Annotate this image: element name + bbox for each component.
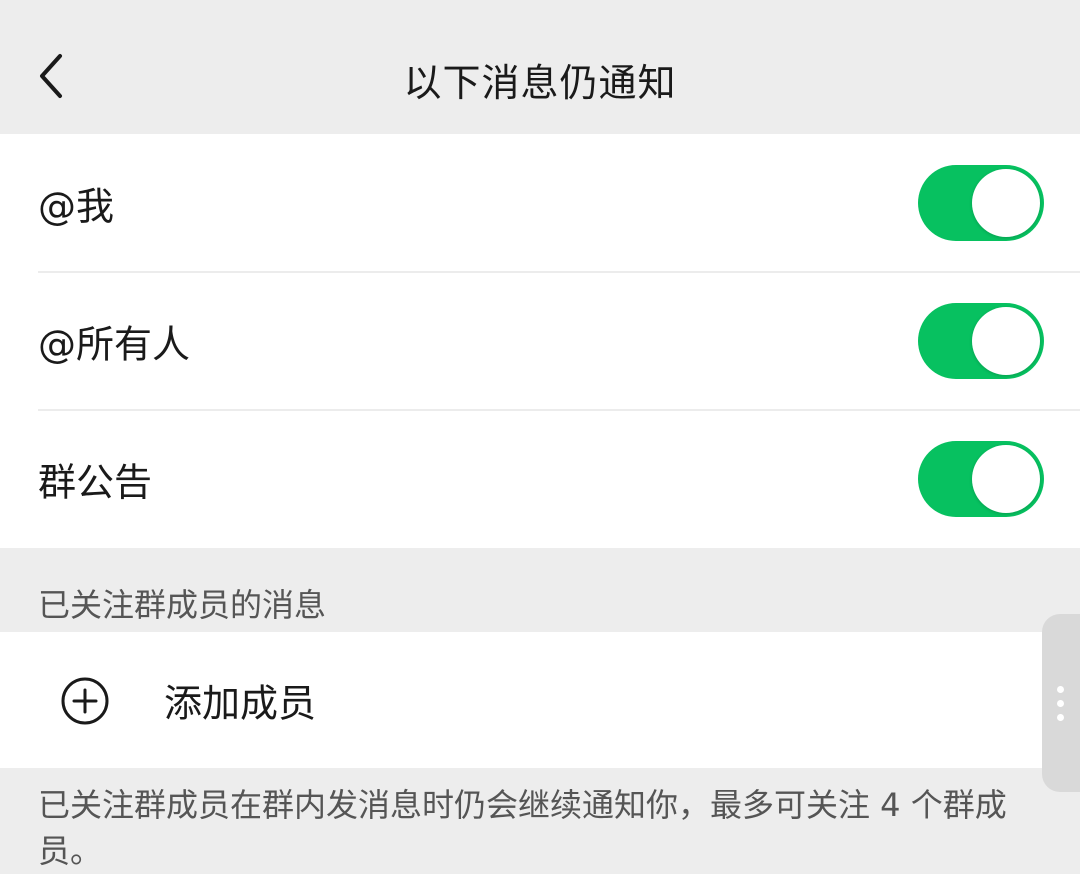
toggle-at-all[interactable] [918,303,1044,379]
notify-row-at-me: @我 [0,134,1080,272]
handle-dot [1057,700,1064,707]
floating-side-handle[interactable] [1042,614,1080,792]
toggle-at-me[interactable] [918,165,1044,241]
notify-label-at-me: @我 [38,184,115,229]
footer-note: 已关注群成员在群内发消息时仍会继续通知你，最多可关注 4 个群成员。 [38,786,1007,870]
toggle-knob [972,307,1040,375]
add-member-button[interactable]: 添加成员 [0,632,1080,768]
toggle-knob [972,169,1040,237]
handle-dot [1057,686,1064,693]
notify-row-at-all: @所有人 [0,272,1080,410]
followed-members-section-title: 已关注群成员的消息 [38,586,327,624]
add-member-label: 添加成员 [164,681,317,726]
notify-label-announcement: 群公告 [38,460,153,505]
page-title: 以下消息仍通知 [403,61,677,105]
notify-label-at-all: @所有人 [38,322,191,367]
notify-settings-group: @我 @所有人 群公告 [0,134,1080,548]
toggle-knob [972,445,1040,513]
plus-circle-icon [60,676,110,726]
header-bar: 以下消息仍通知 [0,0,1080,134]
toggle-announcement[interactable] [918,441,1044,517]
notify-row-announcement: 群公告 [0,410,1080,548]
handle-dot [1057,714,1064,721]
